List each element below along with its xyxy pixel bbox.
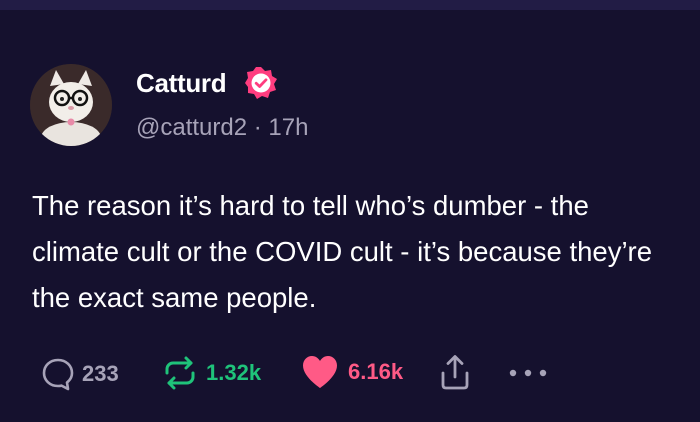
more-icon — [509, 369, 547, 377]
share-button[interactable] — [438, 352, 472, 392]
reply-button[interactable]: 233 — [40, 356, 119, 392]
more-button[interactable] — [508, 368, 548, 378]
action-bar: 233 1.32k 6.16k — [0, 348, 700, 398]
tweet-text: The reason it’s hard to tell who’s dumbe… — [32, 190, 653, 313]
avatar[interactable] — [30, 64, 112, 146]
separator: · — [247, 114, 269, 141]
like-button[interactable]: 6.16k — [300, 353, 403, 391]
like-count: 6.16k — [348, 359, 404, 384]
handle[interactable]: @catturd2 — [136, 114, 247, 141]
share-icon — [441, 355, 469, 390]
display-name[interactable]: Catturd — [136, 68, 227, 98]
retweet-icon — [165, 356, 195, 390]
verified-badge-icon — [245, 67, 277, 99]
timestamp[interactable]: 17h — [268, 114, 308, 141]
retweet-button[interactable]: 1.32k — [160, 353, 261, 393]
reply-count: 233 — [82, 361, 119, 386]
reply-icon — [42, 358, 74, 391]
top-strip — [0, 0, 700, 10]
handle-row: @catturd2 · 17h — [136, 114, 308, 142]
heart-icon — [303, 356, 337, 388]
retweet-count: 1.32k — [206, 360, 262, 385]
